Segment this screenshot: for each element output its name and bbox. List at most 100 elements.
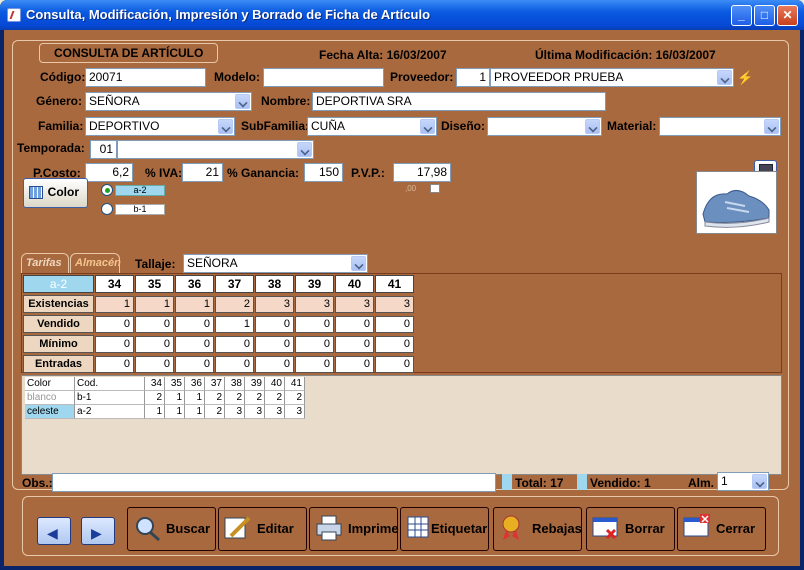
grid-cell[interactable]: 0 bbox=[335, 316, 374, 333]
chevron-down-icon[interactable] bbox=[585, 119, 600, 134]
next-button[interactable]: ▶ bbox=[81, 517, 115, 545]
grid-cell[interactable]: 3 bbox=[295, 296, 334, 313]
mini-cell[interactable]: 2 bbox=[285, 391, 305, 405]
imprime-button[interactable]: Imprime bbox=[309, 507, 399, 551]
maximize-button[interactable]: □ bbox=[754, 5, 775, 26]
nombre-input[interactable]: DEPORTIVA SRA bbox=[312, 92, 606, 111]
grid-cell[interactable]: 1 bbox=[175, 296, 214, 313]
grid-cell[interactable]: 2 bbox=[215, 296, 254, 313]
chevron-down-icon[interactable] bbox=[420, 119, 435, 134]
grid-cell[interactable]: 0 bbox=[335, 356, 374, 373]
editar-button[interactable]: Editar bbox=[218, 507, 307, 551]
mini-cell[interactable]: a-2 bbox=[75, 405, 145, 419]
grid-cell[interactable]: 0 bbox=[335, 336, 374, 353]
mini-cell[interactable]: 3 bbox=[245, 405, 265, 419]
radio-a2[interactable] bbox=[101, 184, 113, 196]
grid-cell[interactable]: 0 bbox=[95, 316, 134, 333]
subfamilia-select[interactable]: CUÑA bbox=[307, 117, 437, 136]
mini-cell[interactable]: 3 bbox=[285, 405, 305, 419]
grid-cell[interactable]: 1 bbox=[95, 296, 134, 313]
grid-cell[interactable]: 0 bbox=[215, 356, 254, 373]
pcosto-input[interactable]: 6,2 bbox=[85, 163, 133, 182]
chevron-down-icon[interactable] bbox=[764, 119, 779, 134]
obs-input[interactable] bbox=[52, 473, 496, 492]
mini-cell[interactable]: 2 bbox=[245, 391, 265, 405]
cerrar-button[interactable]: Cerrar bbox=[677, 507, 766, 551]
mini-cell[interactable]: 1 bbox=[145, 405, 165, 419]
borrar-button[interactable]: Borrar bbox=[586, 507, 675, 551]
grid-cell[interactable]: 0 bbox=[255, 356, 294, 373]
grid-cell[interactable]: 0 bbox=[95, 336, 134, 353]
grid-cell[interactable]: 0 bbox=[135, 316, 174, 333]
temporada-number-input[interactable]: 01 bbox=[90, 140, 117, 159]
diseno-select[interactable] bbox=[487, 117, 602, 136]
mini-cell[interactable]: 1 bbox=[185, 391, 205, 405]
grid-cell[interactable]: 0 bbox=[255, 336, 294, 353]
temporada-select[interactable] bbox=[117, 140, 314, 159]
title-bar[interactable]: Consulta, Modificación, Impresión y Borr… bbox=[0, 0, 804, 30]
mini-cell[interactable]: blanco bbox=[25, 391, 75, 405]
mini-cell[interactable]: 1 bbox=[165, 405, 185, 419]
grid-cell[interactable]: 0 bbox=[175, 356, 214, 373]
grid-cell[interactable]: 0 bbox=[295, 316, 334, 333]
close-window-button[interactable]: ✕ bbox=[777, 5, 798, 26]
mini-cell[interactable]: 2 bbox=[205, 391, 225, 405]
grid-cell[interactable]: 0 bbox=[215, 336, 254, 353]
material-select[interactable] bbox=[659, 117, 781, 136]
iva-input[interactable]: 21 bbox=[182, 163, 223, 182]
grid-cell[interactable]: 0 bbox=[135, 336, 174, 353]
mini-cell[interactable]: 3 bbox=[265, 405, 285, 419]
chevron-down-icon[interactable] bbox=[218, 119, 233, 134]
mini-cell[interactable]: 1 bbox=[165, 391, 185, 405]
etiquetar-button[interactable]: Etiquetar bbox=[400, 507, 489, 551]
grid-cell[interactable]: 3 bbox=[255, 296, 294, 313]
previous-button[interactable]: ◀ bbox=[37, 517, 71, 545]
mini-cell[interactable]: celeste bbox=[25, 405, 75, 419]
familia-select[interactable]: DEPORTIVO bbox=[85, 117, 235, 136]
codigo-input[interactable]: 20071 bbox=[85, 68, 206, 87]
chevron-down-icon[interactable] bbox=[297, 142, 312, 157]
genero-select[interactable]: SEÑORA bbox=[85, 92, 252, 111]
modelo-input[interactable] bbox=[263, 68, 384, 87]
tab-almacen[interactable]: Almacén bbox=[70, 253, 121, 273]
alm-select[interactable]: 1 bbox=[717, 472, 769, 491]
buscar-button[interactable]: Buscar bbox=[127, 507, 216, 551]
mini-cell[interactable]: b-1 bbox=[75, 391, 145, 405]
mini-cell[interactable]: 2 bbox=[205, 405, 225, 419]
grid-cell[interactable]: 0 bbox=[295, 336, 334, 353]
minimize-button[interactable]: _ bbox=[731, 5, 752, 26]
chevron-down-icon[interactable] bbox=[235, 94, 250, 109]
grid-cell[interactable]: 0 bbox=[375, 356, 414, 373]
mini-cell[interactable]: 2 bbox=[145, 391, 165, 405]
pvp-input[interactable]: 17,98 bbox=[393, 163, 451, 182]
mini-cell[interactable]: 2 bbox=[265, 391, 285, 405]
grid-cell[interactable]: 0 bbox=[175, 316, 214, 333]
proveedor-select[interactable]: PROVEEDOR PRUEBA bbox=[490, 68, 734, 87]
grid-cell[interactable]: 0 bbox=[375, 316, 414, 333]
grid-cell[interactable]: 3 bbox=[375, 296, 414, 313]
rebajas-button[interactable]: Rebajas bbox=[493, 507, 582, 551]
grid-cell[interactable]: 0 bbox=[135, 356, 174, 373]
grid-cell[interactable]: 1 bbox=[135, 296, 174, 313]
grid-cell[interactable]: 0 bbox=[375, 336, 414, 353]
tab-tarifas[interactable]: Tarifas bbox=[21, 253, 69, 273]
mini-cell[interactable]: 3 bbox=[225, 405, 245, 419]
chevron-down-icon[interactable] bbox=[752, 474, 767, 489]
color-button[interactable]: Color bbox=[23, 178, 88, 208]
grid-cell[interactable]: 3 bbox=[335, 296, 374, 313]
grid-cell[interactable]: 0 bbox=[95, 356, 134, 373]
radio-b1[interactable] bbox=[101, 203, 113, 215]
mini-cell[interactable]: 1 bbox=[185, 405, 205, 419]
ganancia-input[interactable]: 150 bbox=[304, 163, 343, 182]
grid-cell[interactable]: 1 bbox=[215, 316, 254, 333]
grid-cell[interactable]: 0 bbox=[175, 336, 214, 353]
mini-cell[interactable]: 2 bbox=[225, 391, 245, 405]
filter-icon[interactable]: ⚡ bbox=[737, 70, 753, 85]
grid-cell[interactable]: 0 bbox=[295, 356, 334, 373]
chevron-down-icon[interactable] bbox=[717, 70, 732, 85]
grid-cell[interactable]: 0 bbox=[255, 316, 294, 333]
pvp-checkbox[interactable] bbox=[430, 184, 440, 193]
chevron-down-icon[interactable] bbox=[351, 256, 366, 271]
proveedor-number-input[interactable]: 1 bbox=[456, 68, 490, 87]
tallaje-select[interactable]: SEÑORA bbox=[183, 254, 368, 273]
